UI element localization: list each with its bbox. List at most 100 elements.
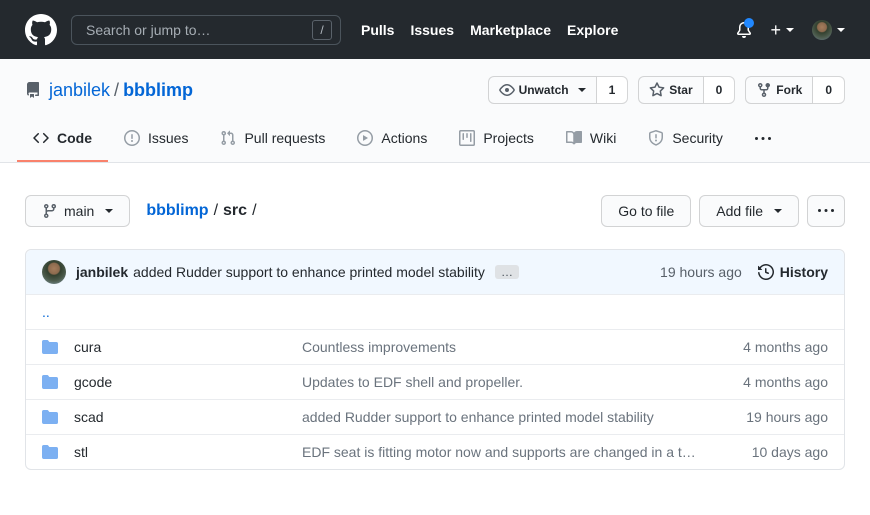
create-new-menu[interactable]: + (770, 21, 794, 39)
eye-icon (499, 82, 515, 98)
top-navigation-bar: / Pulls Issues Marketplace Explore + (0, 0, 870, 59)
unwatch-label: Unwatch (519, 80, 569, 100)
commit-author-link[interactable]: janbilek (76, 264, 128, 280)
file-commit-age[interactable]: 10 days ago (716, 444, 828, 460)
commit-time[interactable]: 19 hours ago (660, 264, 742, 280)
star-icon (649, 82, 665, 98)
commit-author-avatar[interactable] (42, 260, 66, 284)
project-icon (459, 130, 475, 146)
file-commit-message-link[interactable]: EDF seat is fitting motor now and suppor… (302, 444, 700, 460)
go-to-file-button[interactable]: Go to file (601, 195, 691, 227)
add-file-button[interactable]: Add file (699, 195, 799, 227)
breadcrumb-current-dir: src (223, 202, 247, 219)
file-commit-age[interactable]: 4 months ago (716, 374, 828, 390)
branch-selector-button[interactable]: main (25, 195, 130, 227)
tab-wiki-label: Wiki (590, 130, 616, 146)
file-commit-message-link[interactable]: Countless improvements (302, 339, 456, 355)
tab-security-label: Security (672, 130, 723, 146)
pull-request-icon (220, 130, 236, 146)
file-name-link[interactable]: gcode (74, 374, 112, 390)
user-avatar (812, 20, 832, 40)
folder-icon (42, 339, 58, 355)
kebab-horizontal-icon (818, 203, 834, 219)
topbar-right: + (736, 20, 845, 40)
breadcrumb-separator: / (209, 202, 223, 219)
tab-pull-requests-label: Pull requests (244, 130, 325, 146)
tab-wiki[interactable]: Wiki (550, 118, 632, 162)
nav-explore[interactable]: Explore (567, 22, 618, 38)
repo-name-link[interactable]: bbblimp (123, 80, 193, 100)
search-input[interactable] (84, 21, 312, 39)
commit-message-link[interactable]: added Rudder support to enhance printed … (133, 264, 485, 280)
repo-owner-link[interactable]: janbilek (49, 80, 110, 100)
watch-button-group: Unwatch 1 (488, 76, 629, 104)
forks-count[interactable]: 0 (813, 76, 845, 104)
unwatch-button[interactable]: Unwatch (488, 76, 597, 104)
repo-tab-bar: Code Issues Pull requests Actions Projec… (0, 118, 870, 162)
star-button-group: Star 0 (638, 76, 735, 104)
user-menu[interactable] (812, 20, 845, 40)
tab-issues[interactable]: Issues (108, 118, 204, 162)
file-commit-message-link[interactable]: Updates to EDF shell and propeller. (302, 374, 523, 390)
file-browser-table: janbilek added Rudder support to enhance… (25, 249, 845, 470)
top-nav-links: Pulls Issues Marketplace Explore (361, 22, 618, 38)
repo-title-separator: / (110, 80, 123, 100)
tab-projects[interactable]: Projects (443, 118, 550, 162)
file-commit-age[interactable]: 19 hours ago (716, 409, 828, 425)
commit-description-expander[interactable]: … (495, 265, 519, 279)
nav-issues[interactable]: Issues (410, 22, 454, 38)
history-link[interactable]: History (758, 264, 828, 280)
breadcrumb: bbblimp/src/ (146, 202, 261, 220)
fork-button-group: Fork 0 (745, 76, 845, 104)
page-title: janbilek/bbblimp (49, 80, 193, 101)
nav-pulls[interactable]: Pulls (361, 22, 394, 38)
watchers-count[interactable]: 1 (597, 76, 629, 104)
add-file-label: Add file (716, 201, 763, 221)
chevron-down-icon (786, 28, 794, 36)
table-row: stl EDF seat is fitting motor now and su… (26, 434, 844, 469)
file-commit-age[interactable]: 4 months ago (716, 339, 828, 355)
latest-commit-header: janbilek added Rudder support to enhance… (26, 250, 844, 294)
fork-label: Fork (776, 80, 802, 100)
chevron-down-icon (837, 28, 845, 36)
unread-notifications-dot (744, 18, 754, 28)
parent-directory-link[interactable]: .. (42, 304, 50, 320)
tab-actions-label: Actions (381, 130, 427, 146)
table-row: cura Countless improvements 4 months ago (26, 329, 844, 364)
tab-security[interactable]: Security (632, 118, 739, 162)
toolbar-actions: Go to file Add file (601, 195, 845, 227)
parent-directory-row: .. (26, 294, 844, 329)
book-icon (566, 130, 582, 146)
file-name-link[interactable]: stl (74, 444, 88, 460)
star-button[interactable]: Star (638, 76, 703, 104)
file-commit-message-link[interactable]: added Rudder support to enhance printed … (302, 409, 654, 425)
stars-count[interactable]: 0 (704, 76, 736, 104)
folder-icon (42, 374, 58, 390)
star-label: Star (669, 80, 692, 100)
tab-pull-requests[interactable]: Pull requests (204, 118, 341, 162)
repo-content: main bbblimp/src/ Go to file Add file ja… (0, 163, 870, 470)
nav-marketplace[interactable]: Marketplace (470, 22, 551, 38)
fork-button[interactable]: Fork (745, 76, 813, 104)
tab-issues-label: Issues (148, 130, 188, 146)
global-search: / (71, 15, 341, 45)
github-logo-icon[interactable] (25, 14, 57, 46)
history-clock-icon (758, 264, 774, 280)
tab-code[interactable]: Code (17, 118, 108, 162)
fork-icon (756, 82, 772, 98)
table-row: scad added Rudder support to enhance pri… (26, 399, 844, 434)
more-tabs-kebab-icon[interactable] (747, 119, 779, 161)
more-options-kebab-button[interactable] (807, 195, 845, 227)
notifications-bell-icon[interactable] (736, 22, 752, 38)
code-icon (33, 130, 49, 146)
issue-opened-icon (124, 130, 140, 146)
file-name-link[interactable]: cura (74, 339, 101, 355)
repo-social-actions: Unwatch 1 Star 0 Fork 0 (488, 76, 845, 104)
tab-actions[interactable]: Actions (341, 118, 443, 162)
current-branch-label: main (64, 201, 94, 221)
breadcrumb-trailing-separator: / (247, 202, 261, 219)
file-name-link[interactable]: scad (74, 409, 104, 425)
repo-header: janbilek/bbblimp Unwatch 1 Star 0 (0, 59, 870, 163)
shield-icon (648, 130, 664, 146)
breadcrumb-repo-link[interactable]: bbblimp (146, 202, 208, 219)
